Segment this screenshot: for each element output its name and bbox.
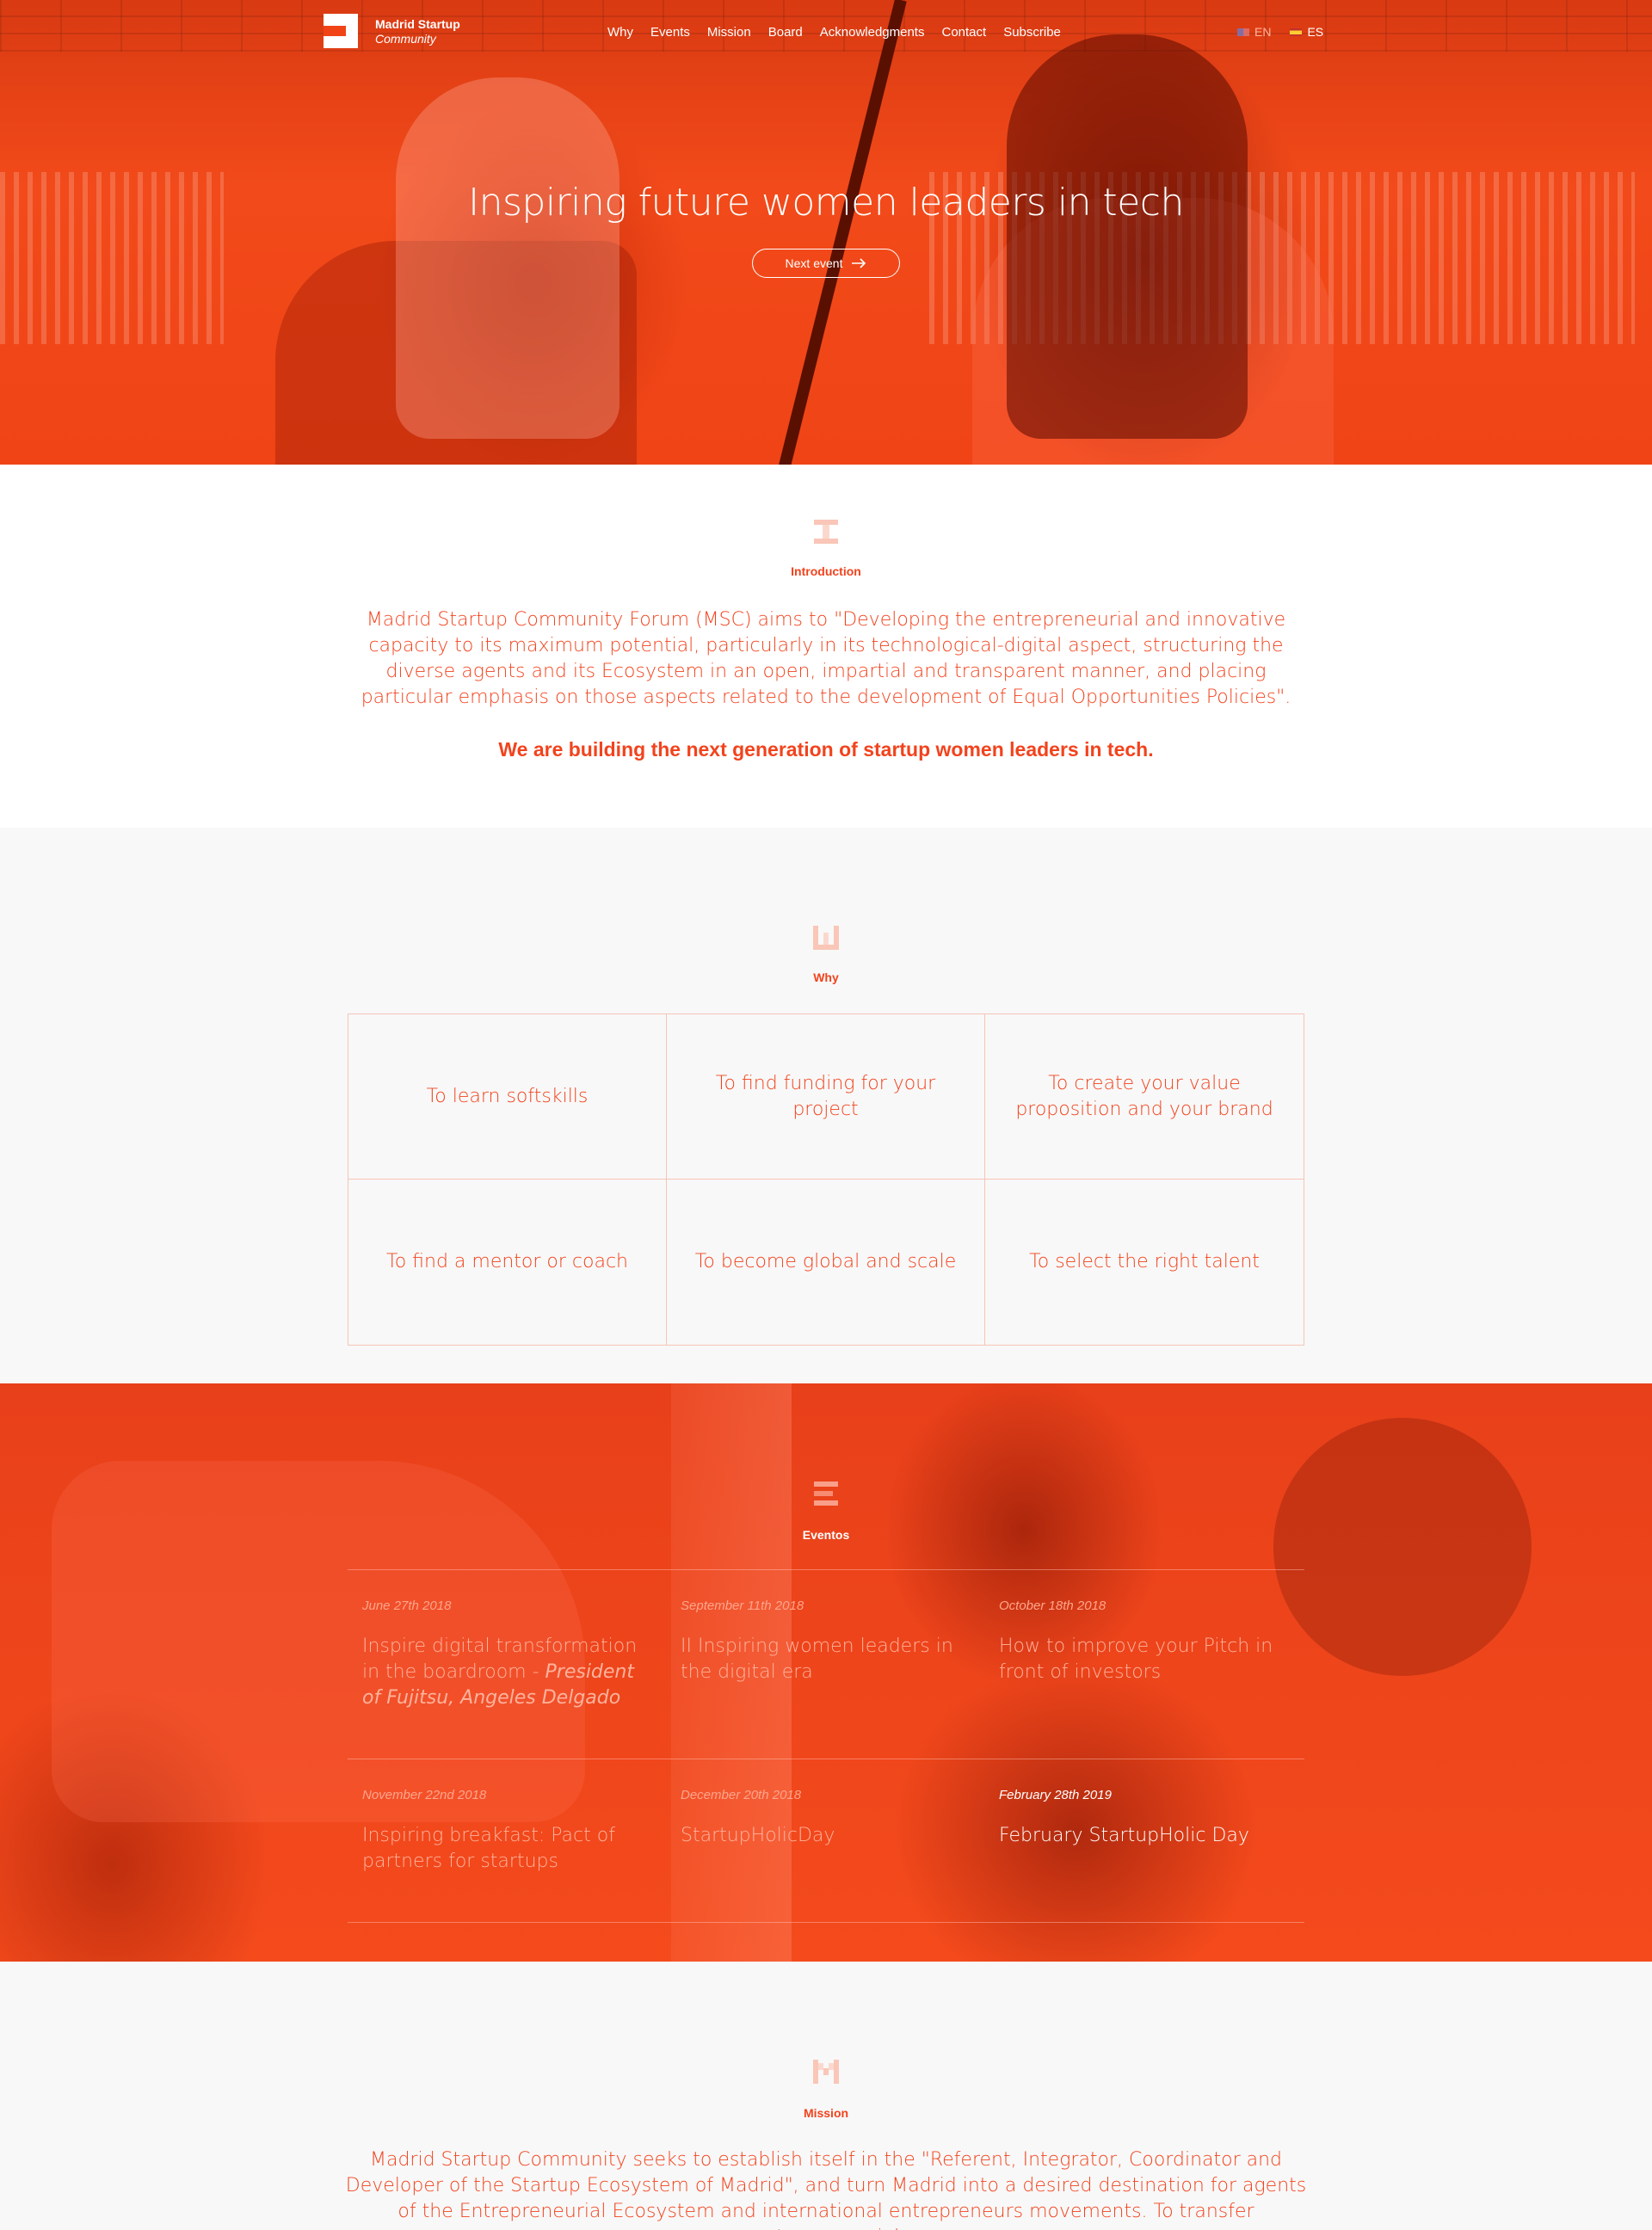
hero-background-woman-left [396,77,620,439]
section-letter-w-icon [0,924,1652,955]
language-option-es[interactable]: ES [1290,25,1323,39]
nav-item-board[interactable]: Board [768,25,803,40]
event-title[interactable]: Inspiring breakfast: Pact of partners fo… [362,1823,655,1875]
nav-item-events[interactable]: Events [650,25,690,40]
event-item[interactable]: September 11th 2018 II Inspiring women l… [681,1599,973,1685]
why-item: To find funding for your project [667,1014,985,1180]
mission-section: Mission Madrid Startup Community seeks t… [0,1962,1652,2230]
why-item: To become global and scale [667,1180,985,1345]
event-item-active[interactable]: February 28th 2019 February StartupHolic… [999,1788,1291,1849]
next-event-button-label: Next event [785,256,843,270]
why-item: To create your value proposition and you… [985,1014,1304,1180]
language-code: EN [1254,25,1272,39]
events-section: Eventos June 27th 2018 Inspire digital t… [0,1383,1652,1962]
why-item: To select the right talent [1029,1251,1260,1272]
event-item[interactable]: June 27th 2018 Inspire digital transform… [362,1599,655,1711]
next-event-button[interactable]: Next event [752,249,900,278]
why-label: Why [813,970,839,984]
introduction-highlight: We are building the next generation of s… [498,738,1154,761]
event-date: November 22nd 2018 [362,1788,487,1802]
section-letter-m-icon [0,2058,1652,2089]
event-date: October 18th 2018 [999,1599,1106,1613]
why-grid: To learn softskills To find funding for … [348,1013,1304,1346]
hero-background-lamp-pole [778,0,907,465]
language-code: ES [1307,25,1324,39]
arrow-right-icon [852,258,866,268]
brand-logo-icon[interactable] [324,14,358,48]
language-switcher: EN ES [1237,25,1323,39]
top-navigation: Madrid Startup Community Why Events Miss… [0,0,1652,65]
nav-item-acknowledgments[interactable]: Acknowledgments [820,25,925,40]
event-item[interactable]: October 18th 2018 How to improve your Pi… [999,1599,1291,1685]
event-date: September 11th 2018 [681,1599,804,1613]
events-background-sculpture [1273,1418,1532,1676]
event-title[interactable]: How to improve your Pitch in front of in… [999,1634,1291,1685]
events-divider [348,1922,1304,1923]
hero-background-woman-right [1007,34,1248,439]
brand-name[interactable]: Madrid Startup Community [375,17,460,46]
mission-text: Madrid Startup Community seeks to establ… [345,2149,1307,2230]
why-item: To learn softskills [348,1014,667,1180]
event-item[interactable]: November 22nd 2018 Inspiring breakfast: … [362,1788,655,1875]
mission-label: Mission [803,2106,849,2120]
section-letter-i-icon [0,518,1652,549]
language-option-en[interactable]: EN [1237,25,1271,39]
hero-title: Inspiring future women leaders in tech [468,181,1184,225]
nav-item-subscribe[interactable]: Subscribe [1003,25,1061,40]
introduction-section: Introduction Madrid Startup Community Fo… [0,465,1652,828]
event-title[interactable]: II Inspiring women leaders in the digita… [681,1634,973,1685]
introduction-text: Madrid Startup Community Forum (MSC) aim… [361,609,1291,708]
brand-name-line2: Community [375,32,436,46]
nav-item-mission[interactable]: Mission [707,25,751,40]
event-date: February 28th 2019 [999,1788,1112,1802]
uk-flag-icon [1237,28,1249,36]
event-date: June 27th 2018 [362,1599,452,1613]
events-divider [348,1569,1304,1570]
event-title[interactable]: StartupHolicDay [681,1823,973,1849]
brand-name-line1: Madrid Startup [375,17,460,31]
main-menu: Why Events Mission Board Acknowledgments… [607,25,1061,40]
event-title[interactable]: Inspire digital transformation in the bo… [362,1634,655,1711]
events-label: Eventos [802,1528,850,1542]
hero-section: Madrid Startup Community Why Events Miss… [0,0,1652,465]
why-item: To find a mentor or coach [348,1180,667,1345]
event-title[interactable]: February StartupHolic Day [999,1823,1291,1849]
nav-item-contact[interactable]: Contact [941,25,986,40]
introduction-label: Introduction [791,564,861,578]
event-item[interactable]: December 20th 2018 StartupHolicDay [681,1788,973,1849]
nav-item-why[interactable]: Why [607,25,633,40]
why-section: Why To learn softskills To find funding … [0,828,1652,1383]
spain-flag-icon [1290,28,1303,36]
event-date: December 20th 2018 [681,1788,802,1802]
section-letter-e-icon [0,1480,1652,1511]
